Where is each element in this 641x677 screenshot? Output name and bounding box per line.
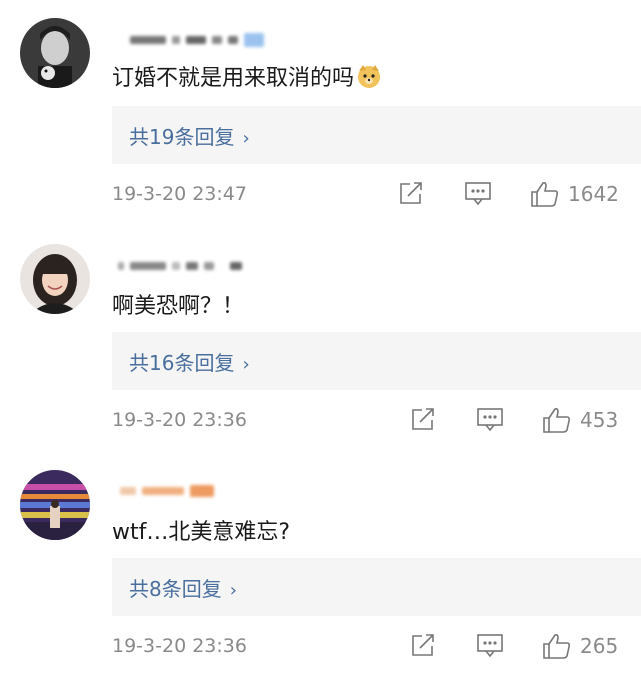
reply-box[interactable]: 共16条回复 › [112,332,641,390]
comment-meta: 19-3-20 23:36 453 [112,406,641,436]
comment-text-content: 订婚不就是用来取消的吗 [112,66,355,91]
comment-meta: 19-3-20 23:47 1642 [112,180,641,210]
timestamp: 19-3-20 23:47 [112,183,247,205]
avatar[interactable] [20,470,90,540]
comment-icon[interactable] [464,180,492,206]
like-count: 1642 [568,182,619,206]
like-icon [543,408,571,433]
avatar[interactable] [20,18,90,88]
like-count: 453 [580,408,619,432]
chevron-right-icon: › [242,354,250,375]
username-blurred[interactable] [118,259,242,273]
timestamp: 19-3-20 23:36 [112,635,247,657]
comment-text-content: 啊美恐啊？！ [112,294,245,319]
comment-text: 订婚不就是用来取消的吗 [112,60,382,92]
comment-text-content: wtf…北美意难忘? [112,520,291,545]
dog-emoji-icon [356,63,382,89]
view-replies-link[interactable]: 共16条回复 › [129,347,250,376]
share-icon[interactable] [410,632,436,658]
comment-item: 啊美恐啊？！ 共16条回复 › 19-3-20 23:36 453 [0,226,641,451]
view-replies-link[interactable]: 共19条回复 › [129,121,250,150]
chevron-right-icon: › [229,580,237,601]
comment-text: 啊美恐啊？！ [112,288,244,320]
share-icon[interactable] [398,180,424,206]
reply-box[interactable]: 共8条回复 › [112,558,641,616]
reply-box[interactable]: 共19条回复 › [112,106,641,164]
comment-icon[interactable] [476,406,504,432]
view-replies-link[interactable]: 共8条回复 › [129,573,237,602]
username-blurred[interactable] [130,33,264,47]
comment-icon[interactable] [476,632,504,658]
avatar[interactable] [20,244,90,314]
replies-count-label: 共19条回复 [129,125,235,149]
like-icon [531,182,559,207]
replies-count-label: 共16条回复 [129,351,235,375]
username-blurred[interactable] [120,484,214,498]
like-count: 265 [580,634,619,658]
chevron-right-icon: › [242,128,250,149]
like-icon [543,634,571,659]
like-button[interactable]: 1642 [530,180,619,208]
timestamp: 19-3-20 23:36 [112,409,247,431]
replies-count-label: 共8条回复 [129,577,222,601]
comment-text: wtf…北美意难忘? [112,514,290,546]
like-button[interactable]: 453 [542,406,618,434]
comment-item: wtf…北美意难忘? 共8条回复 › 19-3-20 23:36 265 [0,452,641,677]
share-icon[interactable] [410,406,436,432]
comment-meta: 19-3-20 23:36 265 [112,632,641,662]
comment-item: 订婚不就是用来取消的吗 共19条回复 › 19-3-20 23:47 1642 [0,0,641,225]
like-button[interactable]: 265 [542,632,618,660]
